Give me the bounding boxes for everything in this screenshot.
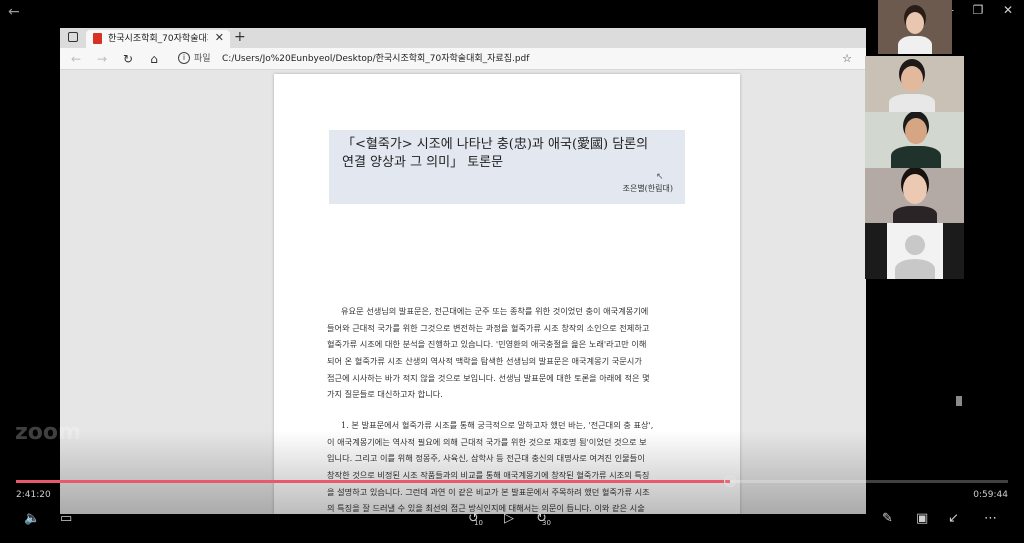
fullscreen-icon[interactable]: ▣ — [916, 511, 928, 527]
pdf-viewer: 「<혈죽가> 시조에 나타난 충(忠)과 애국(愛國) 담론의 연결 양상과 그… — [60, 70, 866, 514]
more-options-icon[interactable]: ⋯ — [984, 511, 997, 527]
participant-video-2[interactable] — [865, 56, 964, 112]
info-icon[interactable]: i — [178, 52, 190, 64]
total-time: 0:59:44 — [973, 490, 1008, 500]
person-head — [903, 174, 927, 204]
play-icon[interactable]: ▷ — [504, 511, 514, 527]
volume-icon[interactable]: 🔈 — [24, 511, 40, 527]
pdf-icon — [93, 33, 102, 44]
paragraph-2-line: 이 애국계몽기에는 역사적 필요에 의해 근대적 국가를 위한 것으로 재호명 … — [327, 436, 647, 447]
browser-tab[interactable]: 한국시조학회_70자학술대회_자 ✕ — [86, 30, 230, 48]
person-body — [893, 206, 937, 224]
paragraph-2: 1. 본 발표문에서 혈죽가류 시조를 통해 궁극적으로 말하고자 했던 바는,… — [327, 417, 687, 514]
paragraph-1: 유요문 선생님의 발표문은, 전근대에는 군주 또는 종착를 위한 것이었던 충… — [327, 303, 687, 403]
title-box: 「<혈죽가> 시조에 나타난 충(忠)과 애국(愛國) 담론의 연결 양상과 그… — [329, 130, 685, 204]
home-icon[interactable]: ⌂ — [146, 51, 162, 67]
collapse-icon[interactable]: ↙ — [948, 511, 959, 527]
paragraph-2-line: 입니다. 그리고 이를 위해 정몽주, 사육신, 삼학사 등 전근대 충신의 대… — [327, 453, 645, 464]
forward-icon[interactable]: → — [94, 51, 110, 67]
new-tab-icon[interactable]: + — [234, 29, 246, 45]
document-title-line-1: 「<혈죽가> 시조에 나타난 충(忠)과 애국(愛國) 담론의 — [342, 137, 649, 152]
document-title-line-2: 연결 양상과 그 의미」 토론문 — [342, 155, 504, 170]
video-player: ← — ❐ ✕ 한국시조학회_70자학술대회_자 ✕ + ← → ↻ ⌂ i 파… — [0, 0, 1024, 543]
participant-video-4[interactable] — [865, 168, 964, 224]
zoom-watermark: zoom — [15, 420, 81, 445]
paragraph-1-line: 접근에 시사하는 바가 적지 않을 것으로 보입니다. 선생님 발표문에 대한 … — [327, 372, 650, 383]
person-head — [905, 118, 927, 144]
paragraph-1-line: 가지 질문들로 대신하고자 합니다. — [327, 389, 443, 400]
close-icon[interactable]: ✕ — [998, 2, 1018, 18]
address-bar: ← → ↻ ⌂ i 파일 C:/Users/Jo%20Eunbyeol/Desk… — [60, 48, 866, 70]
pdf-page: 「<혈죽가> 시조에 나타난 충(忠)과 애국(愛國) 담론의 연결 양상과 그… — [274, 74, 740, 514]
tab-close-icon[interactable]: ✕ — [215, 31, 224, 45]
captions-icon[interactable]: ▭ — [60, 511, 72, 527]
paragraph-2-line: 을 설명하고 있습니다. 그런데 과연 이 같은 비교가 본 발표문에서 주목하… — [327, 486, 650, 497]
current-time: 2:41:20 — [16, 490, 51, 500]
avatar-head-icon — [905, 235, 925, 255]
participant-video-5[interactable] — [865, 223, 964, 279]
url-field[interactable]: C:/Users/Jo%20Eunbyeol/Desktop/한국시조학회_70… — [222, 51, 529, 67]
back-arrow-icon[interactable]: ← — [8, 3, 26, 21]
paragraph-1-line: 혈죽가류 시조에 대한 분석을 진행하고 있습니다. '민영환의 애국충절을 읊… — [327, 339, 647, 350]
rewind-seconds: 10 — [474, 519, 483, 527]
person-body — [891, 146, 941, 168]
author-label: 조은별(한림대) — [622, 184, 673, 193]
refresh-icon[interactable]: ↻ — [120, 51, 136, 67]
paragraph-1-line: 들어와 근대적 국가를 위한 그것으로 변전하는 과정을 혈죽가류 시조 창작의… — [327, 322, 650, 333]
progress-track[interactable] — [16, 475, 1008, 487]
favorite-star-icon[interactable]: ☆ — [842, 51, 852, 67]
person-head — [901, 66, 923, 92]
participant-video-1[interactable] — [878, 0, 952, 54]
tab-strip: 한국시조학회_70자학술대회_자 ✕ + — [60, 28, 866, 48]
participant-video-3[interactable] — [865, 112, 964, 168]
person-body — [898, 36, 932, 54]
tab-actions-icon[interactable] — [68, 32, 78, 42]
person-body — [889, 94, 935, 112]
avatar-placeholder — [887, 223, 943, 279]
browser-window: 한국시조학회_70자학술대회_자 ✕ + ← → ↻ ⌂ i 파일 C:/Use… — [60, 28, 866, 514]
back-icon[interactable]: ← — [68, 51, 84, 67]
url-scheme-label: 파일 — [194, 54, 211, 64]
progress-fill — [16, 480, 731, 483]
avatar-body-icon — [895, 259, 935, 279]
person-head — [906, 12, 924, 34]
scrollbar-thumb[interactable] — [956, 396, 962, 406]
paragraph-1-line: 유요문 선생님의 발표문은, 전근대에는 군주 또는 종착를 위한 것이었던 충… — [341, 306, 649, 316]
paragraph-2-line: 1. 본 발표문에서 혈죽가류 시조를 통해 궁극적으로 말하고자 했던 바는,… — [341, 420, 654, 430]
tab-title: 한국시조학회_70자학술대회_자 — [108, 34, 208, 44]
edit-icon[interactable]: ✎ — [882, 511, 893, 527]
paragraph-1-line: 되어 온 혈죽가류 시조 산생의 역사적 맥락을 탐색한 선생님의 발표문은 애… — [327, 356, 642, 367]
restore-icon[interactable]: ❐ — [968, 2, 988, 18]
forward-seconds: 30 — [542, 519, 551, 527]
mouse-cursor-icon: ↖ — [656, 172, 664, 182]
